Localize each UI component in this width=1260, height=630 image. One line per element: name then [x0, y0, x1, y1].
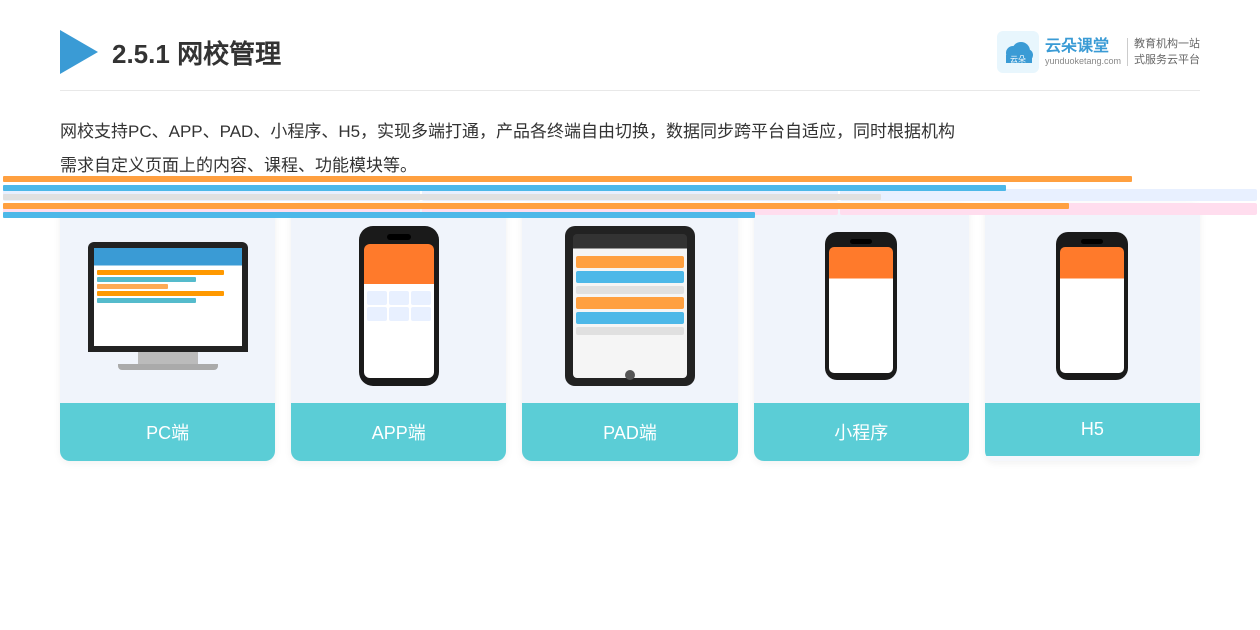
title-text: 网校管理: [177, 39, 281, 69]
pc-bar-4: [97, 291, 225, 296]
brand-text: 云朵课堂 yunduoketang.com: [1045, 37, 1121, 67]
card-h5-label: H5: [985, 403, 1200, 456]
slogan-line1: 教育机构一站: [1134, 38, 1200, 50]
h5-notch: [1081, 239, 1103, 244]
phone-screen: [364, 244, 434, 378]
title-number: 2.5.1: [112, 39, 177, 69]
tablet-row-2: [576, 271, 684, 283]
tablet-home-button: [625, 370, 635, 380]
logo-triangle-icon: [60, 30, 98, 74]
phone-notch: [387, 234, 411, 240]
page: 2.5.1 网校管理 云朵 云朵课堂 yunduoketang.com 教育机构…: [0, 0, 1260, 630]
pc-screen-bars: [97, 270, 239, 303]
tablet-row-4: [576, 297, 684, 309]
device-miniapp: [825, 232, 897, 380]
grid-item-6: [411, 307, 431, 321]
description-text: 网校支持PC、APP、PAD、小程序、H5，实现多端打通，产品各终端自由切换，数…: [60, 115, 1200, 183]
tablet-rows: [576, 256, 684, 335]
slogan-line2: 式服务云平台: [1134, 54, 1200, 66]
tablet-row-5: [576, 312, 684, 324]
header: 2.5.1 网校管理 云朵 云朵课堂 yunduoketang.com 教育机构…: [60, 30, 1200, 91]
tablet-row-3: [576, 286, 684, 294]
header-left: 2.5.1 网校管理: [60, 30, 281, 74]
h5-screen: [1060, 247, 1124, 373]
tablet-row-1: [576, 256, 684, 268]
card-app: APP端: [291, 203, 506, 461]
pc-bar-1: [97, 270, 225, 275]
card-miniapp-label: 小程序: [754, 403, 969, 461]
pc-bar-5: [97, 298, 196, 303]
card-h5: H5: [985, 203, 1200, 461]
cloud-logo-icon: 云朵: [997, 31, 1039, 73]
pc-monitor: [88, 242, 248, 352]
grid-item-1: [367, 291, 387, 305]
h5-image-area: [985, 203, 1200, 403]
page-title: 2.5.1 网校管理: [112, 34, 281, 71]
pc-bar-2: [97, 277, 196, 282]
card-pad-label: PAD端: [522, 403, 737, 461]
pc-image-area: [60, 203, 275, 403]
pc-stand: [138, 352, 198, 364]
card-pc-label: PC端: [60, 403, 275, 461]
brand-divider: [1127, 38, 1128, 66]
grid-item-5: [389, 307, 409, 321]
card-pad: PAD端: [522, 203, 737, 461]
tablet-screen: [573, 234, 687, 378]
pc-base: [118, 364, 218, 370]
mini-screen: [829, 247, 893, 373]
desc-line1: 网校支持PC、APP、PAD、小程序、H5，实现多端打通，产品各终端自由切换，数…: [60, 122, 955, 141]
card-miniapp: 小程序: [754, 203, 969, 461]
brand-slogan: 教育机构一站 式服务云平台: [1134, 36, 1200, 69]
device-phone-app: [359, 226, 439, 386]
svg-text:云朵: 云朵: [1010, 55, 1026, 64]
grid-item-2: [389, 291, 409, 305]
tablet-row-6: [576, 327, 684, 335]
device-pc: [88, 242, 248, 370]
brand-name: 云朵课堂: [1045, 37, 1109, 56]
mini-notch: [850, 239, 872, 244]
card-pc: PC端: [60, 203, 275, 461]
grid-item-4: [367, 307, 387, 321]
pc-bar-3: [97, 284, 168, 289]
miniapp-image-area: [754, 203, 969, 403]
app-image-area: [291, 203, 506, 403]
brand-logo: 云朵 云朵课堂 yunduoketang.com 教育机构一站 式服务云平台: [997, 31, 1200, 73]
phone-grid: [367, 291, 431, 321]
cards-row: PC端: [60, 203, 1200, 461]
device-tablet: [565, 226, 695, 386]
brand-domain: yunduoketang.com: [1045, 56, 1121, 67]
device-h5: [1056, 232, 1128, 380]
pad-image-area: [522, 203, 737, 403]
card-app-label: APP端: [291, 403, 506, 461]
desc-line2: 需求自定义页面上的内容、课程、功能模块等。: [60, 156, 417, 175]
pc-screen: [94, 248, 242, 346]
grid-item-3: [411, 291, 431, 305]
